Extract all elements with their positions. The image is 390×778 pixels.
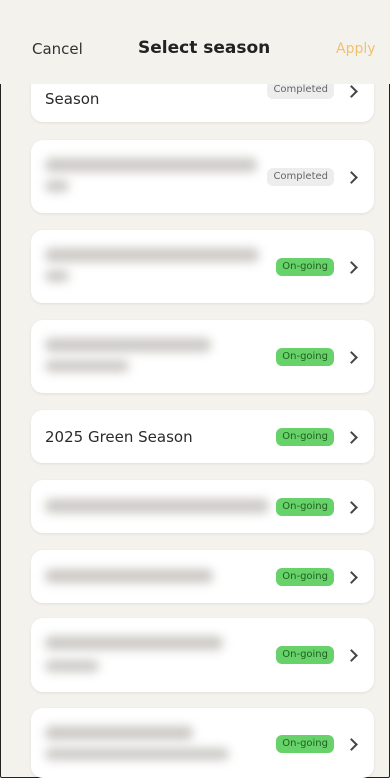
status-badge: On-going: [276, 568, 334, 586]
season-item[interactable]: On-going: [31, 550, 374, 603]
chevron-right-icon: [345, 351, 358, 364]
blurred-season-label: [45, 499, 269, 513]
season-item[interactable]: On-going: [31, 230, 374, 303]
apply-button[interactable]: Apply: [336, 41, 376, 57]
chevron-right-icon: [345, 501, 358, 514]
blurred-season-label: [45, 726, 193, 740]
header: Cancel Select season Apply: [0, 0, 390, 84]
blurred-season-label: [45, 660, 99, 672]
blurred-season-label: [45, 248, 259, 262]
blurred-season-label: [45, 748, 229, 760]
season-item[interactable]: 2025 Green Season On-going: [31, 410, 374, 463]
season-item[interactable]: On-going: [31, 480, 374, 533]
chevron-right-icon: [345, 738, 358, 751]
season-label: Season: [45, 90, 100, 108]
chevron-right-icon: [345, 171, 358, 184]
chevron-right-icon: [345, 571, 358, 584]
season-item[interactable]: On-going: [31, 618, 374, 692]
status-badge: On-going: [276, 735, 334, 753]
chevron-right-icon: [345, 649, 358, 662]
status-badge: Completed: [267, 168, 334, 186]
cancel-button[interactable]: Cancel: [32, 40, 83, 58]
status-badge: On-going: [276, 646, 334, 664]
status-badge: On-going: [276, 258, 334, 276]
season-item[interactable]: On-going: [31, 708, 374, 778]
status-badge: On-going: [276, 498, 334, 516]
status-badge: On-going: [276, 348, 334, 366]
chevron-right-icon: [345, 85, 358, 98]
season-item[interactable]: Completed: [31, 140, 374, 213]
blurred-season-label: [45, 158, 257, 172]
season-item[interactable]: On-going: [31, 320, 374, 393]
blurred-season-label: [45, 270, 69, 282]
blurred-season-label: [45, 180, 69, 192]
blurred-season-label: [45, 636, 223, 650]
page-title: Select season: [138, 38, 271, 58]
chevron-right-icon: [345, 431, 358, 444]
chevron-right-icon: [345, 261, 358, 274]
blurred-season-label: [45, 360, 129, 372]
status-badge: On-going: [276, 428, 334, 446]
season-label: 2025 Green Season: [45, 428, 193, 446]
blurred-season-label: [45, 338, 211, 352]
blurred-season-label: [45, 569, 213, 583]
